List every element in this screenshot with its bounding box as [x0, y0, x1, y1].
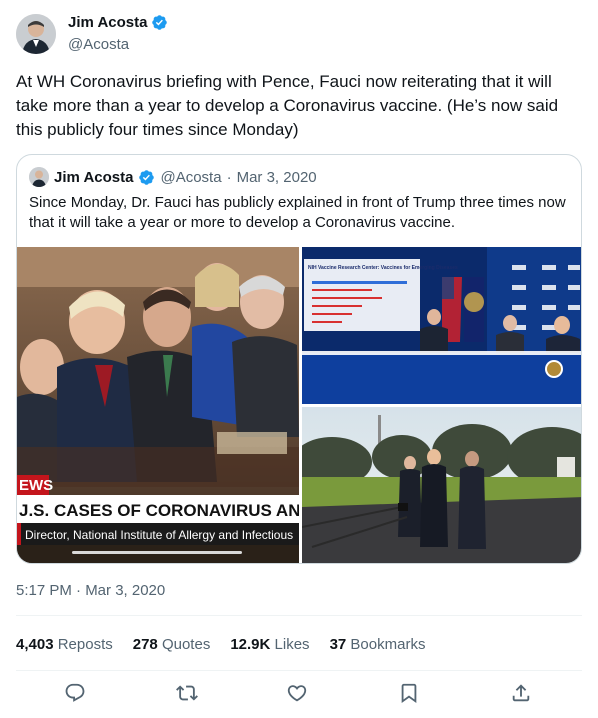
reposts-stat[interactable]: 4,403 Reposts — [16, 636, 113, 653]
likes-count: 12.9K — [230, 636, 271, 653]
quote-avatar — [29, 167, 49, 187]
reposts-count: 4,403 — [16, 636, 54, 653]
verified-badge-icon — [151, 14, 168, 31]
quote-date: Mar 3, 2020 — [236, 168, 317, 186]
quoted-tweet[interactable]: Jim Acosta @Acosta · Mar 3, 2020 Since M… — [16, 154, 582, 564]
media-grid: EWS J.S. CASES OF CORONAVIRUS AND 6 D Di… — [17, 247, 581, 563]
quote-text: Since Monday, Dr. Fauci has publicly exp… — [29, 194, 566, 231]
quotes-label: Quotes — [161, 636, 211, 653]
action-bar — [16, 672, 582, 716]
chyron-brand: EWS — [19, 477, 53, 494]
divider — [16, 670, 582, 671]
likes-label: Likes — [274, 636, 310, 653]
bookmark-icon[interactable] — [398, 682, 420, 704]
bookmarks-stat[interactable]: 37 Bookmarks — [330, 636, 426, 653]
bookmarks-count: 37 — [329, 636, 347, 653]
quotes-stat[interactable]: 278 Quotes — [133, 636, 211, 653]
likes-stat[interactable]: 12.9K Likes — [230, 636, 309, 653]
chyron-subtitle: Director, National Institute of Allergy … — [25, 528, 293, 542]
tweet-stats: 4,403 Reposts 278 Quotes 12.9K Likes 37 … — [16, 636, 425, 653]
quotes-count: 278 — [132, 636, 158, 653]
screen-title: NIH Vaccine Research Center: Vaccines fo… — [308, 265, 458, 271]
quote-separator: · — [226, 168, 232, 186]
media-photo-nih-meeting[interactable]: NIH Vaccine Research Center: Vaccines fo… — [302, 247, 581, 404]
share-icon[interactable] — [510, 682, 532, 704]
reply-icon[interactable] — [64, 682, 86, 704]
video-progress — [72, 551, 242, 554]
quote-author-handle: @Acosta — [160, 168, 222, 186]
like-icon[interactable] — [286, 682, 308, 704]
avatar[interactable] — [16, 14, 56, 54]
tweet-timestamp[interactable]: 5:17 PM · Mar 3, 2020 — [16, 582, 165, 599]
author-handle[interactable]: @Acosta — [68, 36, 129, 53]
divider — [16, 615, 582, 616]
author-name[interactable]: Jim Acosta — [68, 14, 147, 31]
tweet-text: At WH Coronavirus briefing with Pence, F… — [16, 72, 559, 139]
tweet-header: Jim Acosta @Acosta — [16, 10, 576, 54]
media-photo-briefing[interactable]: EWS J.S. CASES OF CORONAVIRUS AND 6 D Di… — [17, 247, 299, 563]
media-photo-white-house[interactable] — [302, 407, 581, 563]
quote-author-name: Jim Acosta — [54, 168, 134, 186]
bookmarks-label: Bookmarks — [350, 636, 426, 653]
verified-badge-icon — [138, 169, 155, 186]
repost-icon[interactable] — [176, 682, 198, 704]
chyron-headline: J.S. CASES OF CORONAVIRUS AND 6 D — [19, 501, 299, 520]
reposts-label: Reposts — [57, 636, 113, 653]
